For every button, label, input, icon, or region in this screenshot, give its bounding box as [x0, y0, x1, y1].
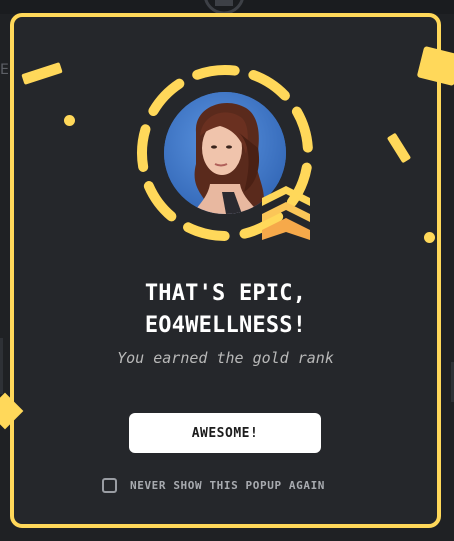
background-divider	[0, 338, 3, 394]
awesome-button[interactable]: AWESOME!	[129, 413, 321, 453]
checkbox-icon[interactable]	[102, 477, 117, 493]
background-text: E	[0, 62, 9, 78]
page: E THAT'S EPIC, EO4WELLNESS! You earned t…	[0, 0, 454, 541]
popup-subtitle: You earned the gold rank	[117, 349, 334, 367]
gold-rank-chevrons-icon	[262, 186, 310, 240]
confetti-dot	[64, 115, 75, 126]
never-show-again-label: NEVER SHOW THIS POPUP AGAIN	[130, 478, 326, 492]
popup-title-line2: EO4WELLNESS!	[144, 313, 307, 338]
confetti-dot	[424, 232, 435, 243]
popup-title: THAT'S EPIC, EO4WELLNESS!	[10, 278, 441, 342]
avatar-with-rank	[130, 58, 320, 248]
never-show-again-toggle[interactable]: NEVER SHOW THIS POPUP AGAIN	[102, 476, 325, 494]
popup-title-line1: THAT'S EPIC,	[144, 281, 307, 306]
